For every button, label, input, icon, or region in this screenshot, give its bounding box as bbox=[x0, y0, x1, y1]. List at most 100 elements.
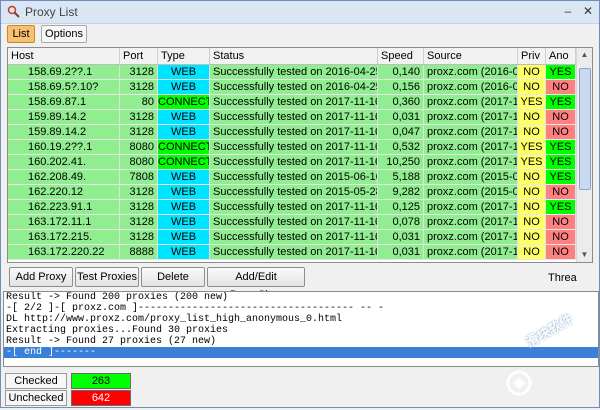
log-line: Result -> Found 200 proxies (200 new) bbox=[6, 292, 229, 303]
table-row[interactable]: ✔159.89.14.23128WEBSuccessfully tested o… bbox=[8, 125, 576, 140]
cell-speed: 0,156 bbox=[378, 80, 424, 95]
tab-list[interactable]: List bbox=[7, 25, 35, 43]
cell-ano: YES bbox=[546, 200, 576, 215]
cell-status: Successfully tested on 2017-11-16 04:... bbox=[210, 155, 378, 170]
cell-ano: NO bbox=[546, 245, 576, 260]
cell-port: 3128 bbox=[120, 200, 158, 215]
header-speed[interactable]: Speed bbox=[378, 48, 424, 64]
cell-speed: 0,360 bbox=[378, 95, 424, 110]
cell-priv: NO bbox=[518, 80, 546, 95]
cell-type: WEB bbox=[158, 245, 210, 260]
add-edit-proxysites-button[interactable]: Add/Edit ProxySites bbox=[207, 267, 305, 301]
minimize-icon[interactable]: – bbox=[559, 3, 577, 19]
cell-speed: 0,078 bbox=[378, 215, 424, 230]
header-port[interactable]: Port bbox=[120, 48, 158, 64]
table-row[interactable]: ✔160.19.2??.18080CONNECTSuccessfully tes… bbox=[8, 140, 576, 155]
close-icon[interactable]: ✕ bbox=[579, 3, 597, 19]
unchecked-count: 642 bbox=[71, 390, 131, 406]
cell-port: 7808 bbox=[120, 170, 158, 185]
cell-host: 163.172.11.1 bbox=[8, 215, 120, 230]
table-row[interactable]: ✔162.208.49.7808WEBSuccessfully tested o… bbox=[8, 170, 576, 185]
cell-speed: 9,282 bbox=[378, 185, 424, 200]
header-source[interactable]: Source bbox=[424, 48, 518, 64]
cell-type: WEB bbox=[158, 80, 210, 95]
log-line: DL http://www.proxz.com/proxy_list_high_… bbox=[6, 314, 343, 325]
test-proxies-button[interactable]: Test Proxies bbox=[75, 267, 139, 287]
cell-port: 3128 bbox=[120, 185, 158, 200]
cell-ano: NO bbox=[546, 125, 576, 140]
cell-type: WEB bbox=[158, 230, 210, 245]
scroll-thumb[interactable] bbox=[579, 68, 591, 190]
cell-status: Successfully tested on 2015-06-16 15:... bbox=[210, 170, 378, 185]
table-row[interactable]: ✔160.202.41.8080CONNECTSuccessfully test… bbox=[8, 155, 576, 170]
table-row[interactable]: ✔158.69.2??.13128WEBSuccessfully tested … bbox=[8, 65, 576, 80]
vertical-scrollbar[interactable]: ▲ ▼ bbox=[576, 48, 592, 262]
cell-type: WEB bbox=[158, 110, 210, 125]
add-proxy-button[interactable]: Add Proxy bbox=[9, 267, 73, 287]
header-ano[interactable]: Ano bbox=[546, 48, 576, 64]
cell-port: 3128 bbox=[120, 125, 158, 140]
cell-host: 162.223.91.1 bbox=[8, 200, 120, 215]
cell-host: 163.172.215. bbox=[8, 230, 120, 245]
cell-priv: YES bbox=[518, 95, 546, 110]
table-row[interactable]: ✔158.69.5?.10?3128WEBSuccessfully tested… bbox=[8, 80, 576, 95]
cell-priv: NO bbox=[518, 125, 546, 140]
cell-speed: 0,125 bbox=[378, 200, 424, 215]
cell-status: Successfully tested on 2017-11-16 06:... bbox=[210, 200, 378, 215]
cell-port: 3128 bbox=[120, 230, 158, 245]
header-host[interactable]: Host bbox=[8, 48, 120, 64]
delete-button[interactable]: Delete bbox=[141, 267, 205, 287]
tab-options[interactable]: Options bbox=[41, 25, 87, 43]
table-row[interactable]: ✔163.172.220.228888WEBSuccessfully teste… bbox=[8, 245, 576, 260]
table-row[interactable]: ✔163.172.11.13128WEBSuccessfully tested … bbox=[8, 215, 576, 230]
cell-source: proxz.com (2017-11... bbox=[424, 245, 518, 260]
cell-ano: NO bbox=[546, 80, 576, 95]
cell-status: Successfully tested on 2017-11-16 04:... bbox=[210, 140, 378, 155]
title-bar: Proxy List – ✕ bbox=[1, 1, 599, 24]
cell-host: 162.208.49. bbox=[8, 170, 120, 185]
table-row[interactable]: ✔159.89.14.23128WEBSuccessfully tested o… bbox=[8, 110, 576, 125]
table-row[interactable]: ✔163.172.215.3128WEBSuccessfully tested … bbox=[8, 230, 576, 245]
unchecked-label: Unchecked bbox=[5, 390, 67, 406]
cell-source: proxz.com (2016-04... bbox=[424, 65, 518, 80]
cell-host: 160.19.2??.1 bbox=[8, 140, 120, 155]
header-status[interactable]: Status bbox=[210, 48, 378, 64]
scroll-down-icon[interactable]: ▼ bbox=[577, 248, 592, 262]
proxy-grid: Host Port Type Status Speed Source Priv … bbox=[7, 47, 593, 263]
cell-priv: NO bbox=[518, 185, 546, 200]
cell-type: WEB bbox=[158, 65, 210, 80]
cell-host: 162.220.12 bbox=[8, 185, 120, 200]
cell-status: Successfully tested on 2017-11-16 06:... bbox=[210, 230, 378, 245]
watermark-icon bbox=[506, 370, 532, 396]
table-row[interactable]: ✔162.220.123128WEBSuccessfully tested on… bbox=[8, 185, 576, 200]
cell-source: proxz.com (2017-11... bbox=[424, 215, 518, 230]
cell-priv: NO bbox=[518, 110, 546, 125]
cell-port: 8080 bbox=[120, 140, 158, 155]
cell-speed: 0,532 bbox=[378, 140, 424, 155]
cell-port: 8080 bbox=[120, 155, 158, 170]
cell-source: proxz.com (2017-11... bbox=[424, 110, 518, 125]
cell-speed: 0,031 bbox=[378, 245, 424, 260]
cell-ano: NO bbox=[546, 185, 576, 200]
cell-ano: NO bbox=[546, 110, 576, 125]
scroll-up-icon[interactable]: ▲ bbox=[577, 48, 592, 62]
cell-status: Successfully tested on 2017-11-16 06:... bbox=[210, 110, 378, 125]
cell-type: CONNECT bbox=[158, 140, 210, 155]
app-icon bbox=[7, 5, 20, 18]
cell-priv: NO bbox=[518, 245, 546, 260]
cell-priv: NO bbox=[518, 230, 546, 245]
cell-source: proxz.com (2015-05... bbox=[424, 185, 518, 200]
cell-port: 8888 bbox=[120, 245, 158, 260]
cell-type: CONNECT bbox=[158, 155, 210, 170]
cell-status: Successfully tested on 2016-04-25 10:... bbox=[210, 65, 378, 80]
cell-host: 158.69.5?.10? bbox=[8, 80, 120, 95]
table-row[interactable]: ✔158.69.87.180CONNECTSuccessfully tested… bbox=[8, 95, 576, 110]
table-row[interactable]: ✔162.223.91.13128WEBSuccessfully tested … bbox=[8, 200, 576, 215]
cell-ano: YES bbox=[546, 95, 576, 110]
cell-status: Successfully tested on 2016-04-25 10:... bbox=[210, 80, 378, 95]
proxy-list-window: Proxy List – ✕ List Options Host Port Ty… bbox=[0, 0, 600, 408]
cell-speed: 0,031 bbox=[378, 230, 424, 245]
header-type[interactable]: Type bbox=[158, 48, 210, 64]
header-priv[interactable]: Priv bbox=[518, 48, 546, 64]
checked-label: Checked bbox=[5, 373, 67, 389]
